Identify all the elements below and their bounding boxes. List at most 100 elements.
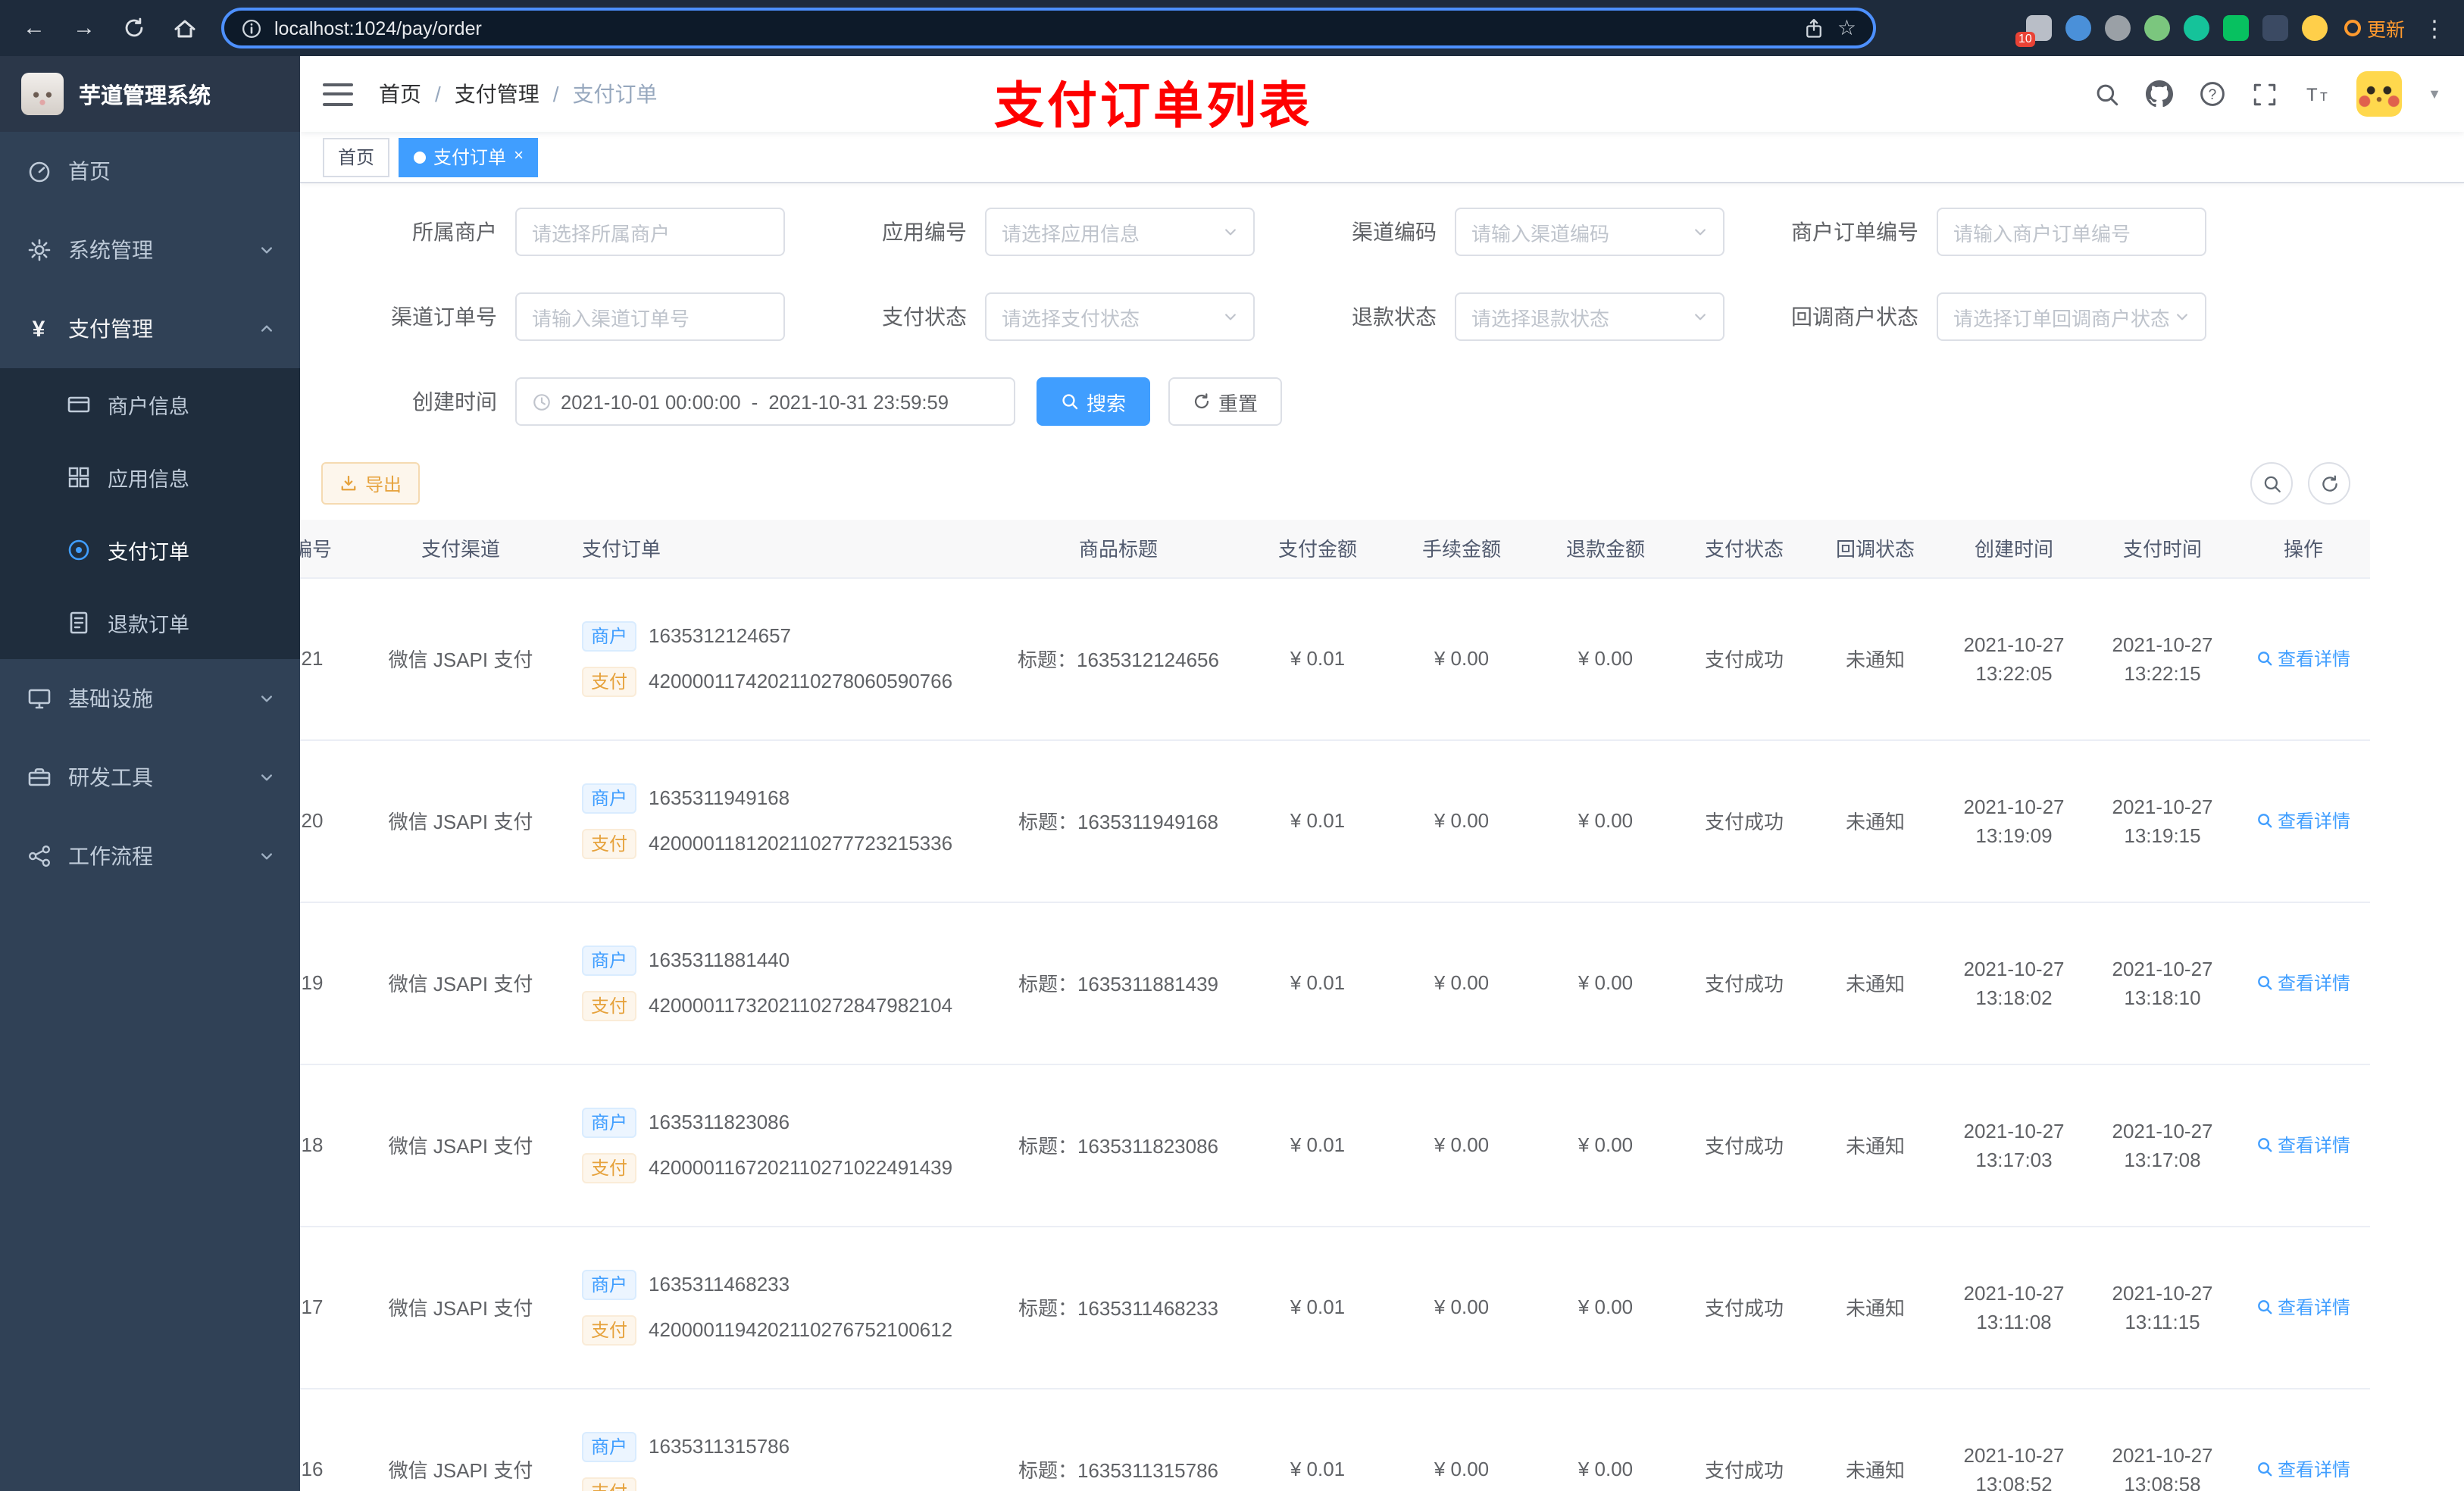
- export-button[interactable]: 导出: [321, 462, 421, 505]
- github-icon[interactable]: [2146, 80, 2174, 108]
- sidebar-item-home[interactable]: 首页: [0, 132, 300, 211]
- view-detail-link[interactable]: 查看详情: [2256, 808, 2350, 833]
- yen-icon: ¥: [32, 316, 45, 342]
- create-time-range-picker[interactable]: 2021-10-01 00:00:00 - 2021-10-31 23:59:5…: [515, 377, 1015, 426]
- cell-title: 标题：1635312124656: [991, 577, 1246, 740]
- cell-title: 标题：1635311468233: [991, 1226, 1246, 1389]
- col-id: 编号: [300, 520, 370, 578]
- browser-update-button[interactable]: 更新: [2344, 14, 2405, 42]
- tab-home[interactable]: 首页: [323, 137, 390, 177]
- breadcrumb-home[interactable]: 首页: [379, 79, 421, 109]
- cell-channel: 微信 JSAPI 支付: [370, 577, 552, 740]
- col-create-time: 创建时间: [1940, 520, 2088, 578]
- app-logo[interactable]: 芋道管理系统: [0, 56, 300, 132]
- avatar[interactable]: [2356, 71, 2403, 117]
- label-channel-code: 渠道编码: [1352, 220, 1437, 244]
- notify-status-select[interactable]: 请选择订单回调商户状态: [1937, 292, 2206, 341]
- view-detail-link[interactable]: 查看详情: [2256, 1132, 2350, 1158]
- sidebar-item-payment[interactable]: ¥ 支付管理: [0, 289, 300, 368]
- bookmark-star-icon[interactable]: ☆: [1837, 15, 1856, 41]
- extension-icon-2[interactable]: [2065, 15, 2091, 41]
- address-bar[interactable]: localhost:1024/pay/order ☆: [221, 8, 1876, 48]
- share-icon[interactable]: [1804, 17, 1825, 39]
- chevron-down-icon: [1693, 309, 1708, 324]
- home-icon[interactable]: [162, 6, 206, 50]
- view-detail-link[interactable]: 查看详情: [2256, 1456, 2350, 1482]
- extension-icon-7[interactable]: [2262, 15, 2288, 41]
- sidebar-item-app-info[interactable]: 应用信息: [0, 441, 300, 514]
- pay-order-no: 4200001194202110276752100612: [649, 1318, 953, 1341]
- view-detail-link[interactable]: 查看详情: [2256, 970, 2350, 996]
- help-icon[interactable]: ?: [2199, 80, 2226, 108]
- tabs-bar: 首页 支付订单 ×: [300, 132, 2464, 183]
- refresh-button[interactable]: [2308, 462, 2350, 505]
- view-detail-link[interactable]: 查看详情: [2256, 1294, 2350, 1320]
- reset-button[interactable]: 重置: [1168, 377, 1283, 426]
- sidebar-item-infra[interactable]: 基础设施: [0, 659, 300, 738]
- grid-icon: [65, 465, 91, 489]
- pay-badge: 支付: [582, 1314, 637, 1345]
- sidebar-item-devtools[interactable]: 研发工具: [0, 738, 300, 817]
- cell-order: 商户 1635311468233 支付 42000011942021102767…: [552, 1226, 991, 1389]
- pay-badge: 支付: [582, 666, 637, 696]
- search-icon[interactable]: [2094, 81, 2120, 107]
- pay-status-select[interactable]: 请选择支付状态: [985, 292, 1255, 341]
- view-detail-link[interactable]: 查看详情: [2256, 645, 2350, 671]
- merchant-order-no: 1635311823086: [649, 1111, 790, 1133]
- search-button[interactable]: 搜索: [1037, 377, 1151, 426]
- svg-text:T: T: [2306, 85, 2318, 105]
- cell-status: 支付成功: [1678, 1388, 1811, 1491]
- chevron-down-icon: [1693, 224, 1708, 239]
- reload-icon[interactable]: [112, 6, 156, 50]
- channel-code-select[interactable]: 请输入渠道编码: [1455, 208, 1724, 256]
- sidebar-item-pay-order[interactable]: 支付订单: [0, 514, 300, 586]
- date-start-value: 2021-10-01 00:00:00: [561, 390, 741, 413]
- sidebar-item-system[interactable]: 系统管理: [0, 211, 300, 289]
- col-title: 商品标题: [991, 520, 1246, 578]
- label-refund-status: 退款状态: [1352, 305, 1437, 329]
- cell-id: 18: [300, 1064, 370, 1227]
- cell-fee: ¥ 0.00: [1390, 739, 1534, 902]
- tab-pay-order[interactable]: 支付订单 ×: [399, 137, 539, 177]
- extension-icon-6[interactable]: [2222, 15, 2249, 41]
- sidebar-item-merchant-info[interactable]: 商户信息: [0, 368, 300, 441]
- merchant-order-no-input[interactable]: 请输入商户订单编号: [1937, 208, 2206, 256]
- app-select[interactable]: 请选择应用信息: [985, 208, 1255, 256]
- extension-icon-3[interactable]: [2104, 15, 2131, 41]
- extension-icon-5[interactable]: [2183, 15, 2209, 41]
- forward-icon[interactable]: →: [62, 6, 106, 50]
- cell-create-time: 2021-10-27 13:19:09: [1940, 739, 2088, 902]
- back-icon[interactable]: ←: [12, 6, 56, 50]
- cell-title: 标题：1635311823086: [991, 1064, 1246, 1227]
- active-dot-icon: [414, 151, 427, 163]
- merchant-badge: 商户: [582, 783, 637, 813]
- sidebar-item-workflow[interactable]: 工作流程: [0, 817, 300, 896]
- toggle-search-button[interactable]: [2250, 462, 2293, 505]
- site-info-icon[interactable]: [241, 17, 262, 39]
- target-icon: [65, 538, 91, 562]
- cell-amount: ¥ 0.01: [1246, 1064, 1390, 1227]
- close-icon[interactable]: ×: [514, 148, 524, 165]
- cell-create-time: 2021-10-27 13:17:03: [1940, 1064, 2088, 1227]
- font-size-icon[interactable]: TT: [2303, 80, 2331, 108]
- hamburger-icon[interactable]: [323, 83, 353, 105]
- fullscreen-icon[interactable]: [2252, 81, 2278, 107]
- col-refund: 退款金额: [1534, 520, 1678, 578]
- extension-icon-8[interactable]: [2301, 15, 2328, 41]
- merchant-badge: 商户: [582, 1269, 637, 1299]
- merchant-select[interactable]: 请选择所属商户: [515, 208, 785, 256]
- extension-icon-1[interactable]: 10: [2015, 15, 2052, 47]
- sidebar-item-refund-order[interactable]: 退款订单: [0, 586, 300, 659]
- browser-menu-icon[interactable]: ⋮: [2423, 14, 2446, 42]
- breadcrumb-payment[interactable]: 支付管理: [455, 79, 539, 109]
- document-icon: [65, 611, 91, 635]
- avatar-caret-icon[interactable]: ▼: [2428, 86, 2441, 102]
- cell-fee: ¥ 0.00: [1390, 1064, 1534, 1227]
- cell-refund: ¥ 0.00: [1534, 577, 1678, 740]
- cell-pay-time: 2021-10-27 13:11:15: [2088, 1226, 2237, 1389]
- channel-order-no-input[interactable]: 请输入渠道订单号: [515, 292, 785, 341]
- table-row: 16 微信 JSAPI 支付 商户 1635311315786 支付 标题：16…: [300, 1388, 2370, 1491]
- col-action: 操作: [2237, 520, 2370, 578]
- extension-icon-4[interactable]: [2143, 15, 2170, 41]
- refund-status-select[interactable]: 请选择退款状态: [1455, 292, 1724, 341]
